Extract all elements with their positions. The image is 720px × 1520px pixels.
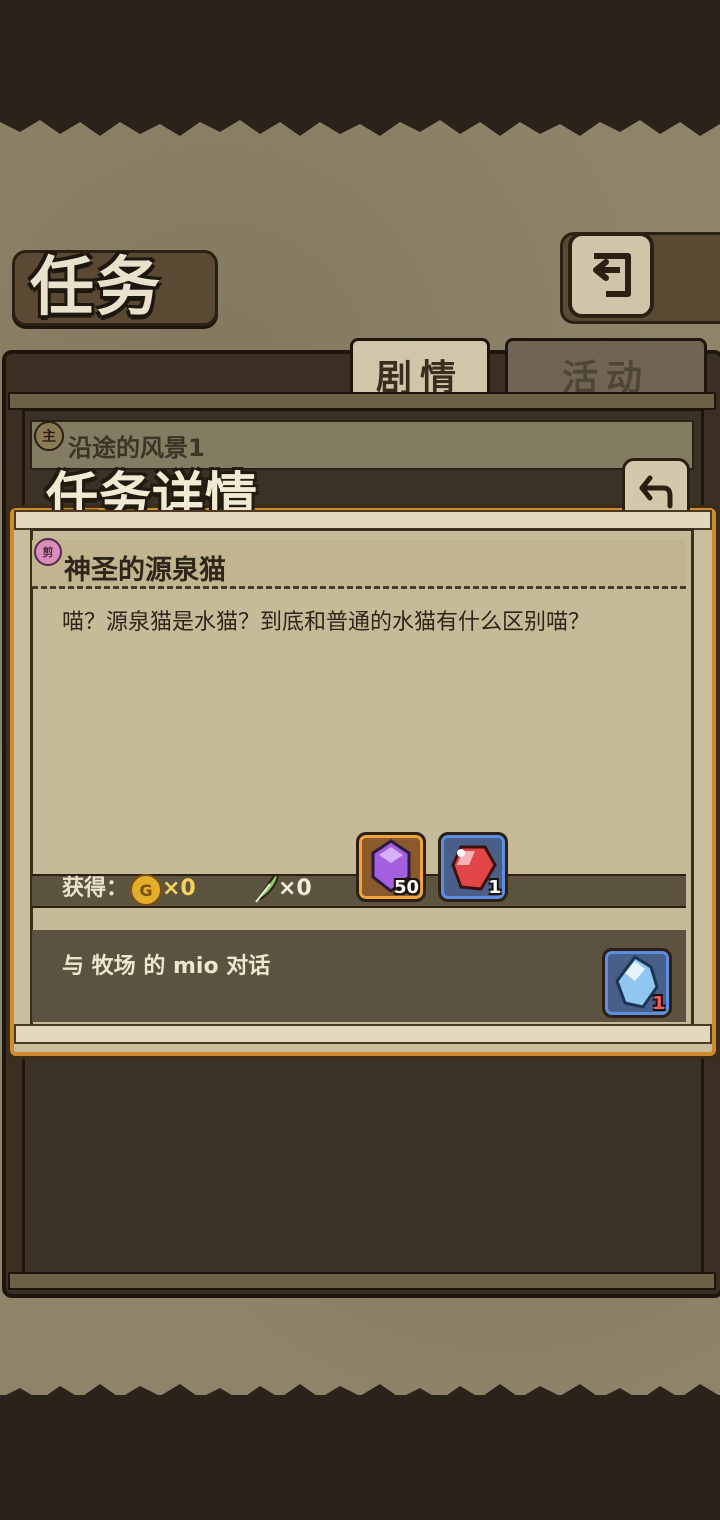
page-title: 任务 xyxy=(30,250,162,325)
reward-label: 获得： xyxy=(62,876,129,901)
return-arrow-icon xyxy=(593,253,631,297)
return-arrow-icon xyxy=(639,475,673,509)
panel-rail-bottom xyxy=(8,1272,716,1290)
popup-rail-bottom xyxy=(14,1024,712,1044)
gold-coin-icon: G xyxy=(130,874,162,906)
task-objective: 与 牧场 的 mio 对话 xyxy=(62,954,271,979)
reward-item-slot[interactable]: 50 xyxy=(356,832,426,902)
item-quantity: 50 xyxy=(393,877,419,898)
feather-count: ×0 xyxy=(278,876,312,901)
quest-name: 神圣的源泉猫 xyxy=(64,555,226,586)
popup-rail-top xyxy=(14,510,712,530)
feather-icon xyxy=(255,873,279,903)
quest-type-icon: 剪 xyxy=(34,538,62,566)
top-dark-band xyxy=(0,0,720,120)
item-quantity: 1 xyxy=(652,993,665,1014)
main-quest-icon: 主 xyxy=(34,421,64,451)
bottom-dark-band xyxy=(0,1395,720,1520)
torn-edge-bottom xyxy=(0,1384,720,1404)
reward-item-slot[interactable]: 1 xyxy=(438,832,508,902)
coin-count: ×0 xyxy=(162,876,196,901)
task-item-slot[interactable]: 1 xyxy=(602,948,672,1018)
quest-description: 喵？源泉猫是水猫？到底和普通的水猫有什么区别喵？ xyxy=(62,610,591,635)
back-button[interactable] xyxy=(568,232,654,318)
item-quantity: 1 xyxy=(488,877,501,898)
torn-edge-top xyxy=(0,116,720,136)
